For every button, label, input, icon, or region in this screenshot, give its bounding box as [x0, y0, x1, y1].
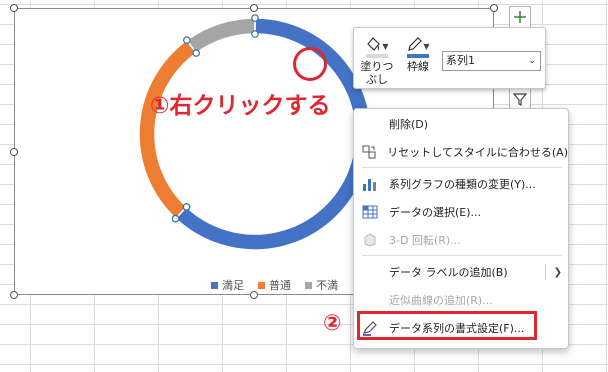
- instruction-step1: ①右クリックする: [150, 93, 331, 119]
- resize-handle-bottom-center[interactable]: [250, 291, 258, 299]
- select-data-icon: [361, 203, 379, 221]
- legend-swatch-satisfied: [211, 281, 218, 289]
- legend-item-neutral[interactable]: 普通: [258, 277, 291, 293]
- chevron-down-icon: ⌄: [528, 56, 536, 66]
- fill-label-line1: 塗りつ: [360, 60, 394, 73]
- blank-icon: [361, 291, 379, 309]
- chart-elements-button[interactable]: [509, 6, 531, 28]
- submenu-divider: [545, 264, 546, 280]
- menu-item-add-data-labels[interactable]: データ ラベルの追加(B) ❯: [354, 259, 568, 285]
- series-select[interactable]: 系列1 ⌄: [442, 51, 541, 71]
- donut-slice-neutral[interactable]: [138, 39, 198, 220]
- menu-item-delete[interactable]: 削除(D): [354, 111, 568, 137]
- legend-label-satisfied: 満足: [222, 279, 244, 292]
- menu-item-select-data[interactable]: データの選択(E)...: [354, 199, 568, 225]
- fill-button[interactable]: ▼ 塗りつ ぶし: [358, 31, 396, 86]
- fill-label-line2: ぶし: [366, 73, 388, 86]
- resize-handle-top-left[interactable]: [10, 4, 18, 12]
- fill-color-bar: [366, 54, 388, 58]
- legend-swatch-dissatisfied: [305, 281, 312, 289]
- donut-slice-satisfied[interactable]: [174, 17, 372, 251]
- paint-bucket-icon: ▼: [358, 31, 396, 53]
- chart-legend[interactable]: 満足 普通 不満: [211, 277, 338, 293]
- chart-filter-button[interactable]: [509, 88, 531, 110]
- legend-swatch-neutral: [258, 281, 265, 289]
- format-series-highlight: [357, 311, 537, 340]
- series-select-value: 系列1: [446, 54, 475, 67]
- legend-item-satisfied[interactable]: 満足: [211, 277, 244, 293]
- rotate-3d-icon: [361, 231, 379, 249]
- outline-color-bar: [407, 54, 429, 58]
- resize-handle-bottom-left[interactable]: [10, 291, 18, 299]
- legend-label-dissatisfied: 不満: [316, 279, 338, 292]
- series-selection-handle[interactable]: [182, 203, 191, 211]
- series-selection-handle[interactable]: [251, 14, 259, 22]
- outline-label: 枠線: [407, 60, 429, 73]
- plus-icon: [514, 11, 526, 23]
- instruction-step2: ②: [323, 311, 342, 336]
- donut-slice-dissatisfied[interactable]: [185, 17, 256, 55]
- series-selection-handle[interactable]: [183, 36, 191, 44]
- menu-item-change-chart-type-label: 系列グラフの種類の変更(Y)...: [389, 178, 536, 191]
- menu-item-3d-rotation-label: 3-D 回転(R)...: [389, 234, 461, 247]
- click-target-circle: [293, 47, 327, 81]
- menu-item-add-trendline-label: 近似曲線の追加(R)...: [389, 294, 493, 307]
- chevron-right-icon[interactable]: ❯: [554, 267, 562, 278]
- pen-icon: ▼: [399, 31, 437, 53]
- resize-handle-top-right[interactable]: [490, 4, 498, 12]
- chart-type-icon: [361, 175, 379, 193]
- legend-item-dissatisfied[interactable]: 不満: [305, 277, 338, 293]
- blank-icon: [361, 263, 379, 281]
- series-selection-handle[interactable]: [192, 49, 201, 57]
- menu-item-reset-style[interactable]: リセットしてスタイルに合わせる(A): [354, 139, 568, 165]
- resize-handle-middle-left[interactable]: [10, 148, 18, 156]
- menu-item-3d-rotation[interactable]: 3-D 回転(R)...: [354, 227, 568, 253]
- legend-label-neutral: 普通: [269, 279, 291, 292]
- delete-icon: [361, 115, 379, 133]
- outline-button[interactable]: ▼ 枠線: [399, 31, 437, 73]
- resize-handle-top-center[interactable]: [250, 4, 258, 12]
- mini-toolbar: ▼ 塗りつ ぶし ▼ 枠線 系列1 ⌄: [353, 27, 546, 89]
- menu-item-reset-style-label: リセットしてスタイルに合わせる(A): [387, 146, 568, 159]
- menu-item-delete-label: 削除(D): [389, 118, 429, 131]
- series-selection-handle[interactable]: [171, 214, 180, 223]
- filter-icon: [513, 93, 527, 106]
- menu-item-add-trendline[interactable]: 近似曲線の追加(R)...: [354, 287, 568, 313]
- menu-separator: [362, 255, 562, 256]
- menu-item-add-data-labels-label: データ ラベルの追加(B): [389, 266, 508, 279]
- menu-separator: [362, 167, 562, 168]
- menu-item-select-data-label: データの選択(E)...: [389, 206, 482, 219]
- outline-dropdown-icon[interactable]: ▼: [423, 40, 429, 53]
- series-selection-handle[interactable]: [251, 30, 259, 38]
- fill-dropdown-icon[interactable]: ▼: [382, 40, 388, 53]
- reset-style-icon: [361, 143, 377, 161]
- menu-item-change-chart-type[interactable]: 系列グラフの種類の変更(Y)...: [354, 171, 568, 197]
